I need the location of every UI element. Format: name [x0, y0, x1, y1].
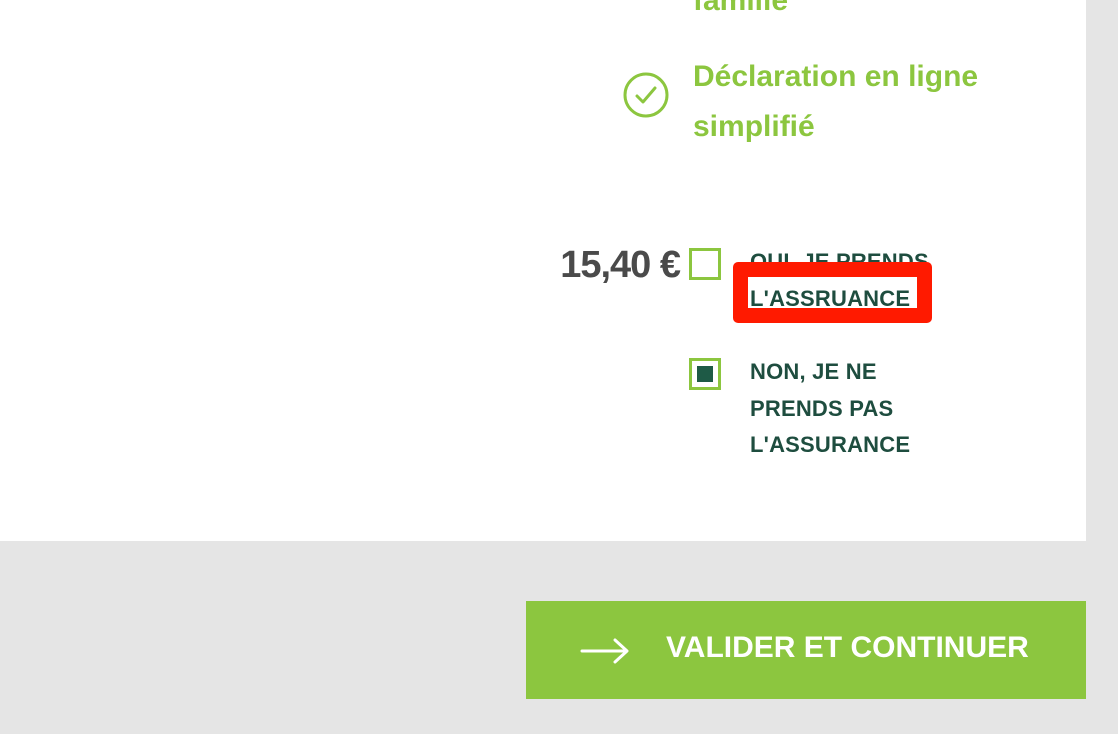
option-no-label[interactable]: NON, JE NE PRENDS PAS L'ASSURANCE [750, 354, 960, 464]
checkbox-no[interactable] [689, 358, 721, 390]
feature-label-partial: famille [693, 0, 789, 17]
arrow-right-icon [580, 638, 630, 664]
insurance-card: famille Déclaration en ligne simplifié 1… [0, 0, 1086, 541]
feature-label: Déclaration en ligne simplifié [693, 60, 979, 143]
option-yes-label[interactable]: OUI, JE PRENDS L'ASSRUANCE [750, 244, 960, 317]
feature-item: Déclaration en ligne simplifié [623, 52, 978, 152]
checkbox-checked-mark [697, 366, 713, 382]
validate-continue-button[interactable]: VALIDER ET CONTINUER [526, 601, 1086, 699]
checkbox-yes[interactable] [689, 248, 721, 280]
validate-continue-label: VALIDER ET CONTINUER [666, 631, 1029, 664]
insurance-price: 15,40 € [560, 244, 681, 286]
check-circle-icon [623, 72, 669, 118]
